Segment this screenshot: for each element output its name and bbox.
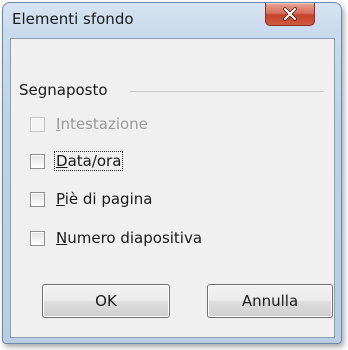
- option-pie-di-pagina[interactable]: Piè di pagina: [30, 190, 290, 212]
- group-label-segnaposto: Segnaposto: [19, 81, 108, 99]
- ok-button[interactable]: OK: [42, 284, 170, 318]
- close-icon: [283, 7, 297, 21]
- label-pie-di-pagina[interactable]: Piè di pagina: [55, 190, 153, 208]
- checkbox-intestazione: [30, 117, 45, 132]
- cancel-button[interactable]: Annulla: [207, 284, 333, 318]
- checkbox-pie-di-pagina[interactable]: [30, 192, 45, 207]
- option-intestazione: Intestazione: [30, 115, 290, 137]
- checkbox-numero-diapositiva[interactable]: [30, 231, 45, 246]
- option-numero-diapositiva[interactable]: Numero diapositiva: [30, 229, 290, 251]
- label-data-ora[interactable]: Data/ora: [53, 151, 124, 171]
- label-intestazione: Intestazione: [56, 115, 148, 133]
- close-button[interactable]: [265, 3, 315, 26]
- label-numero-diapositiva[interactable]: Numero diapositiva: [55, 229, 203, 247]
- dialog-body: Segnaposto Intestazione Data/ora Piè di …: [10, 38, 335, 338]
- title-bar[interactable]: Elementi sfondo: [3, 3, 341, 37]
- window-title: Elementi sfondo: [12, 10, 134, 28]
- dialog-window: Elementi sfondo Segnaposto Intestazione …: [2, 2, 342, 344]
- option-data-ora[interactable]: Data/ora: [30, 151, 290, 174]
- checkbox-data-ora[interactable]: [30, 154, 45, 169]
- group-divider: [130, 91, 324, 92]
